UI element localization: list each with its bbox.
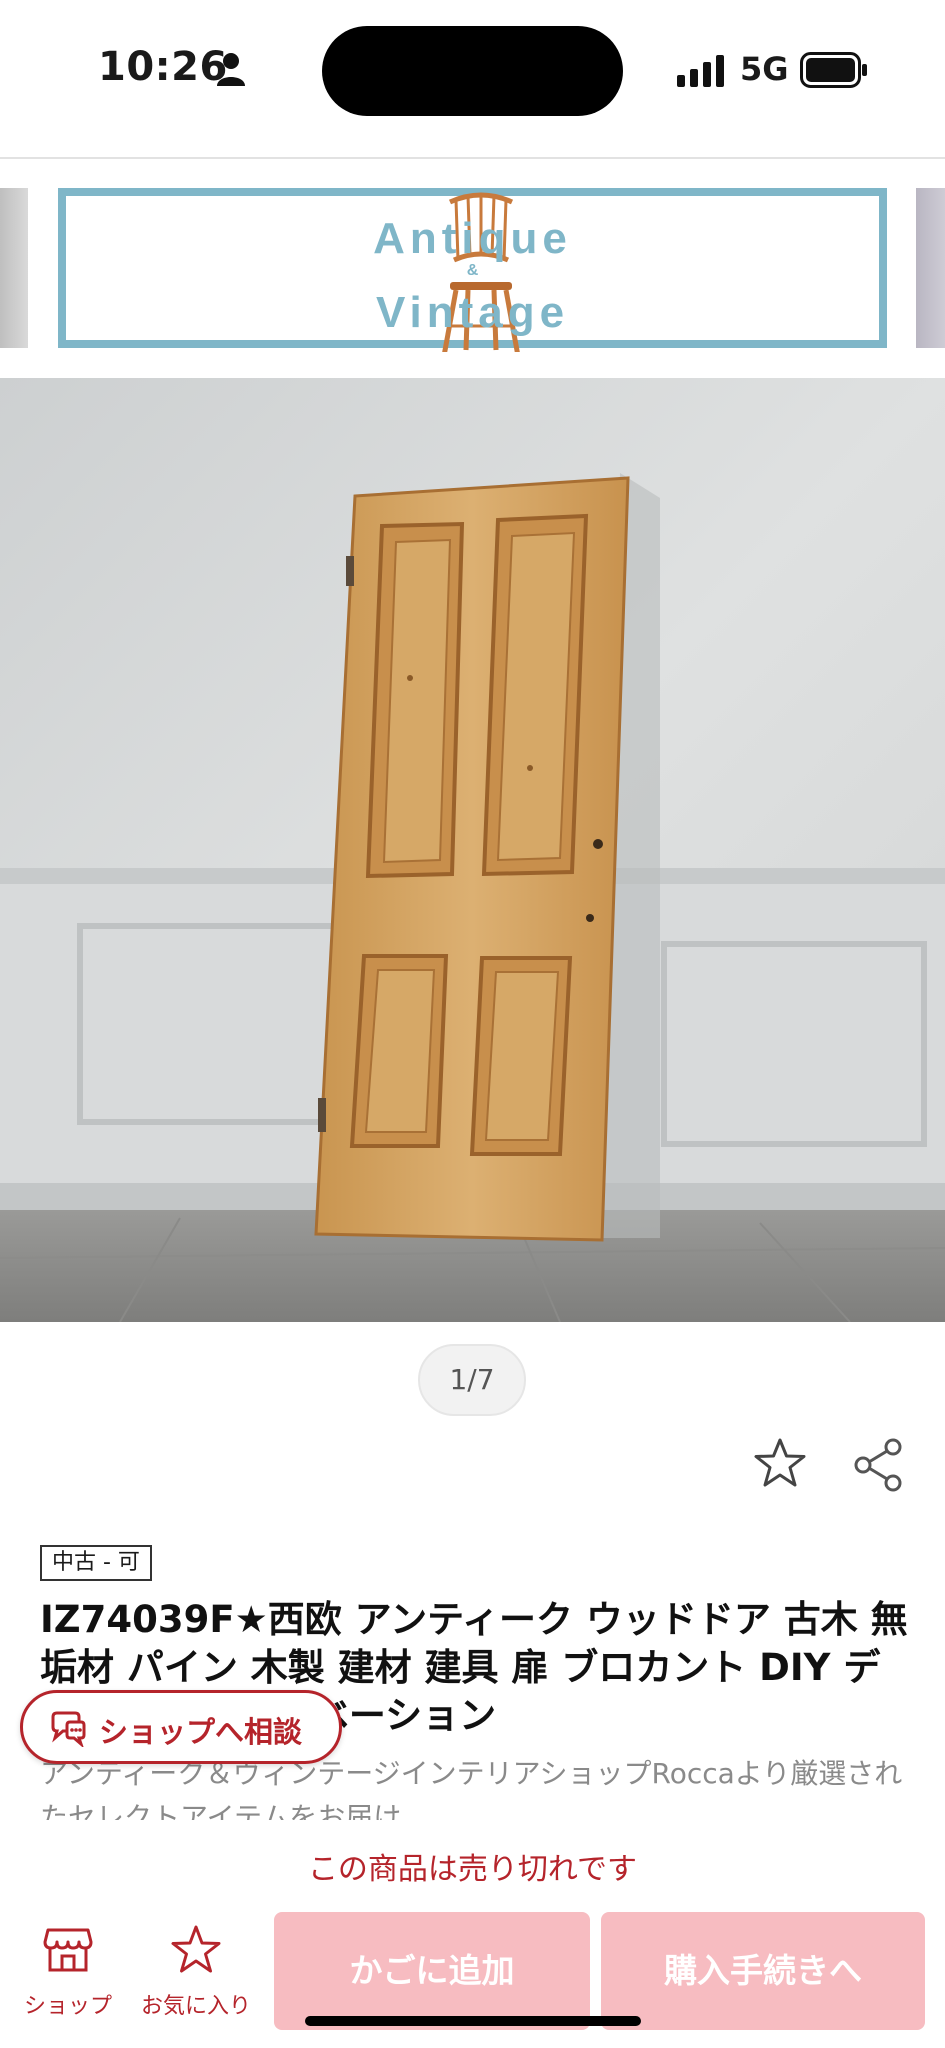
favorite-nav-label: お気に入り	[140, 1994, 251, 2019]
battery-icon	[800, 52, 867, 88]
door-photo	[0, 378, 945, 1322]
home-indicator	[305, 2016, 641, 2026]
shop-nav-label: ショップ	[23, 1994, 112, 2019]
image-counter: 1/7	[418, 1344, 526, 1416]
shop-nav-button[interactable]: ショップ	[14, 1924, 122, 2019]
shop-banner[interactable]: Antique & Vintage	[58, 188, 887, 352]
status-bar: 10:26 5G	[0, 0, 945, 150]
status-time: 10:26	[98, 44, 228, 90]
banner-title-line2: Vintage	[375, 288, 570, 337]
product-image[interactable]	[0, 378, 945, 1322]
banner-ampersand: &	[466, 262, 479, 279]
banner-prev-slide[interactable]	[0, 188, 28, 348]
condition-badge: 中古 - 可	[40, 1545, 152, 1581]
store-icon	[43, 1928, 93, 1972]
soldout-notice: この商品は売り切れです	[307, 1852, 638, 1887]
header-divider	[0, 157, 945, 159]
checkout-button[interactable]: 購入手続きへ	[601, 1912, 925, 2030]
banner-carousel[interactable]: Antique & Vintage	[0, 186, 945, 352]
consult-shop-button[interactable]: ショップへ相談	[20, 1690, 342, 1764]
consult-shop-label: ショップへ相談	[99, 1715, 303, 1749]
dynamic-island	[322, 26, 623, 116]
banner-next-slide[interactable]	[916, 188, 945, 348]
signal-icon	[677, 55, 724, 87]
chat-icon	[51, 1711, 86, 1747]
network-label: 5G	[740, 50, 789, 88]
add-to-cart-button[interactable]: かごに追加	[274, 1912, 590, 2030]
banner-title-line1: Antique	[373, 214, 572, 263]
star-icon	[171, 1925, 221, 1973]
person-icon	[217, 53, 245, 86]
favorite-nav-button[interactable]: お気に入り	[132, 1924, 260, 2019]
favorite-star-icon[interactable]	[752, 1436, 808, 1492]
share-icon[interactable]	[852, 1438, 904, 1492]
